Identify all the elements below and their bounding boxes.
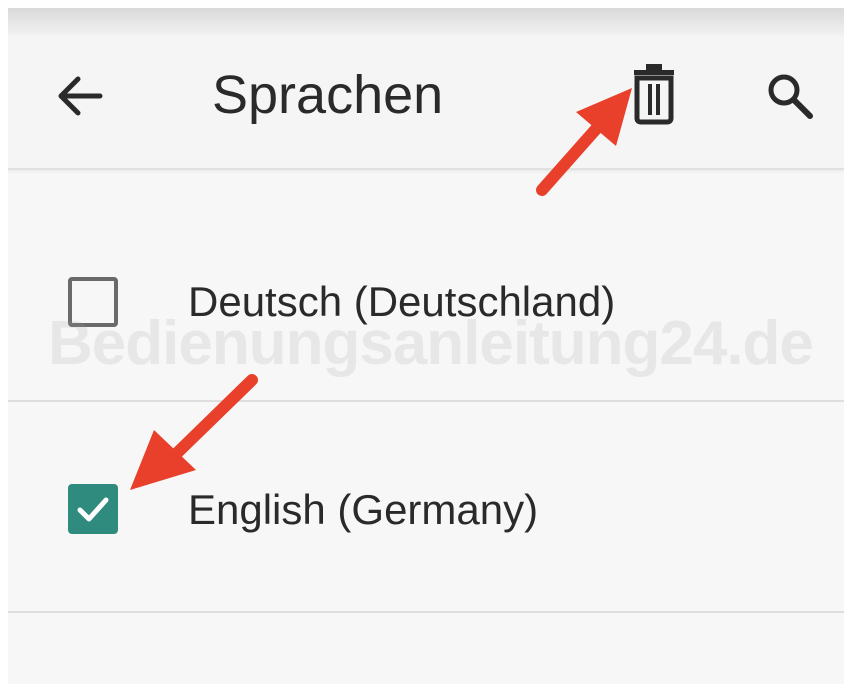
annotation-arrow-icon	[536, 88, 632, 196]
arrow-back-icon	[58, 76, 103, 116]
checkbox-checked[interactable]	[68, 484, 118, 534]
search-icon	[768, 74, 813, 119]
annotation-arrow-icon	[130, 374, 258, 490]
page-title: Sprachen	[212, 65, 444, 125]
back-button[interactable]	[50, 66, 110, 126]
screenshot-frame: Sprachen Deutsch (Deutschland) English (…	[8, 8, 844, 684]
checkmark-icon	[77, 497, 109, 522]
app-bar: Sprachen	[8, 36, 844, 170]
status-bar-shadow	[8, 8, 844, 36]
search-button[interactable]	[758, 64, 822, 128]
